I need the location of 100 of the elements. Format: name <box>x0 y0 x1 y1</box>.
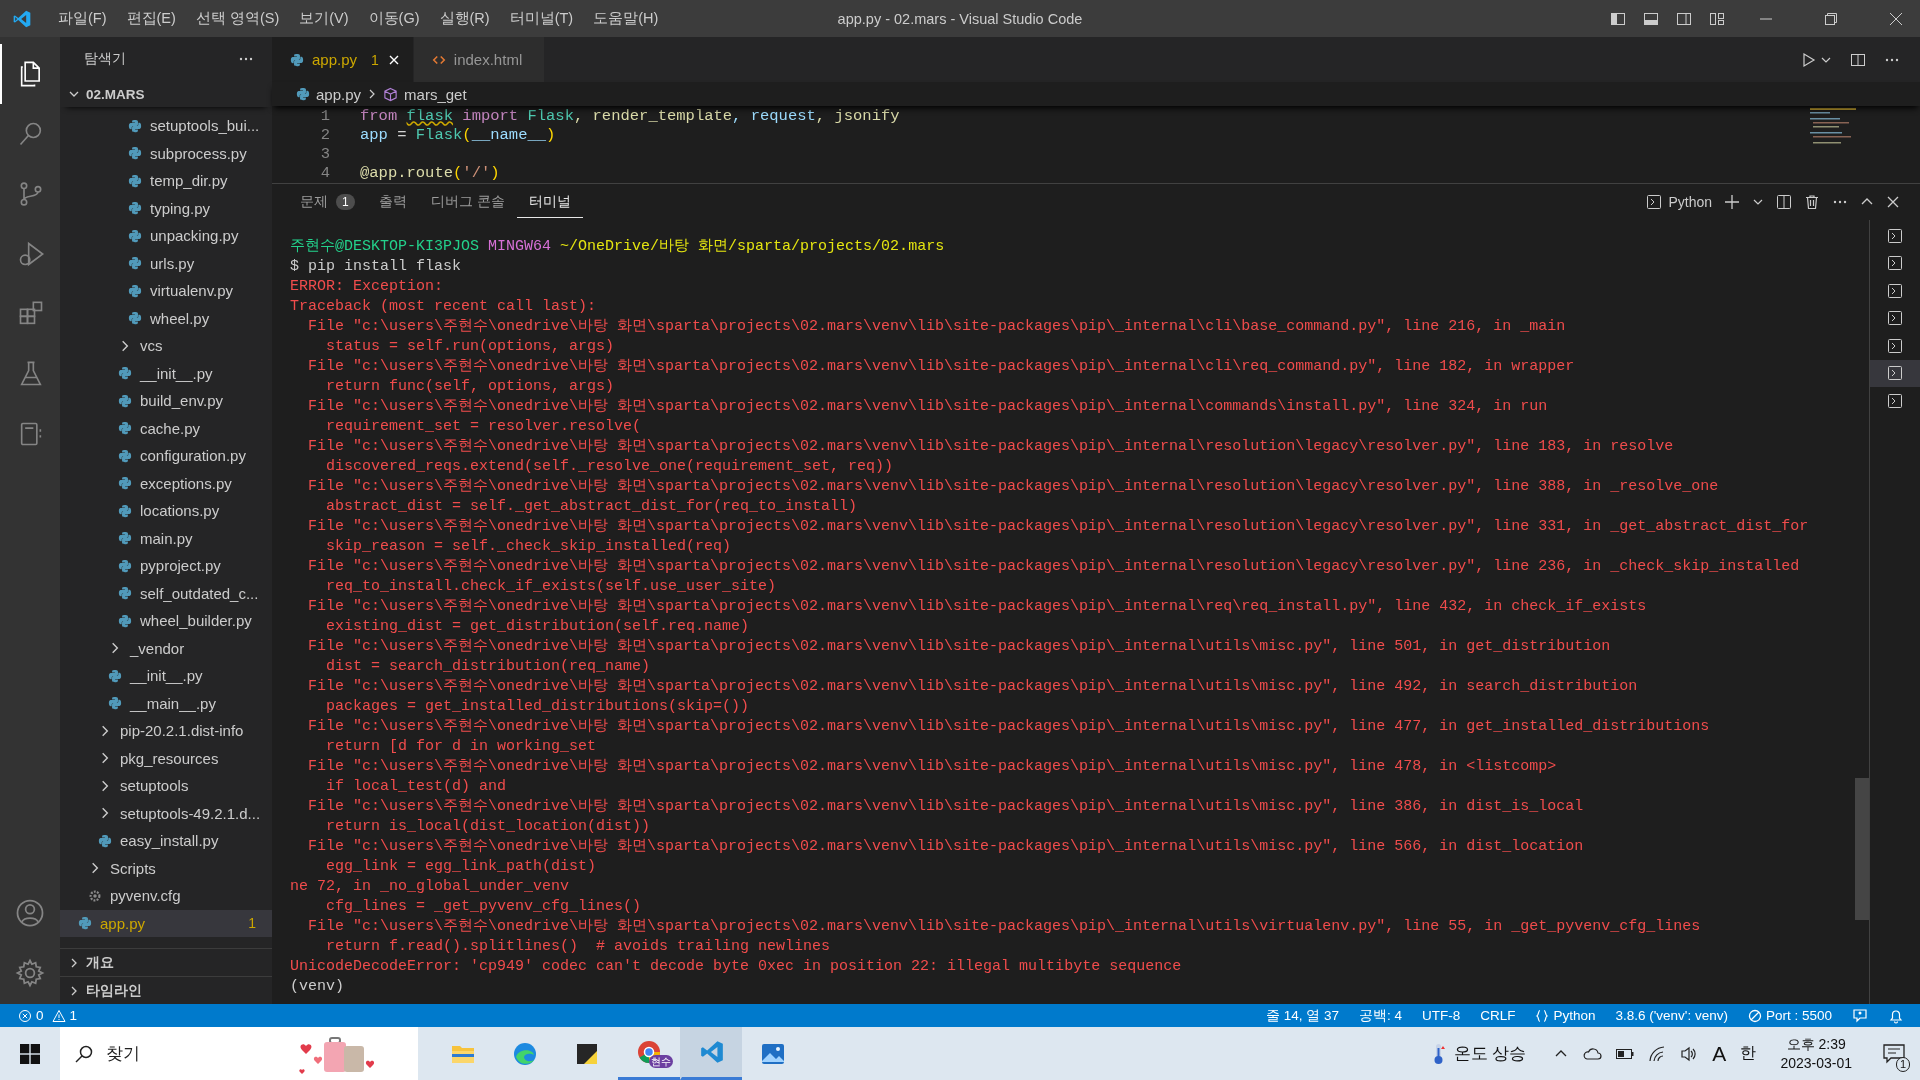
trash-icon[interactable] <box>1804 194 1820 210</box>
window-title: app.py - 02.mars - Visual Studio Code <box>837 10 1083 27</box>
tree-item[interactable]: cache.py <box>60 414 272 442</box>
scrollbar-thumb[interactable] <box>1855 778 1869 920</box>
python-file-icon <box>296 87 310 101</box>
ime-indicator[interactable]: 한 <box>1740 1043 1757 1064</box>
close-icon[interactable] <box>1886 195 1900 209</box>
notification-button[interactable]: 1 <box>1876 1033 1912 1074</box>
python-file-icon <box>118 393 132 408</box>
restore-icon[interactable] <box>1824 11 1838 26</box>
status-item[interactable]: 공백: 4 <box>1358 1006 1402 1025</box>
status-item[interactable]: UTF-8 <box>1421 1008 1461 1023</box>
cloud-icon[interactable] <box>1582 1046 1603 1061</box>
tree-item[interactable]: typing.py <box>60 194 272 222</box>
terminal-icon[interactable] <box>1870 359 1920 387</box>
panel-tab[interactable]: 출력 <box>366 186 419 218</box>
tree-item[interactable]: main.py <box>60 524 272 552</box>
python-file-icon <box>118 531 132 546</box>
tree-item[interactable]: setuptools_bui... <box>60 112 272 140</box>
terminal-line: File "c:\users\주현수\onedrive\바탕 화면\sparta\projects\02.mars\venv\lib\site-packages\pip\_internal\cli\base_command.py", line 216, in _main <box>307 317 1567 337</box>
tree-item[interactable]: Scripts <box>60 854 272 882</box>
status-item[interactable]: CRLF <box>1480 1008 1516 1023</box>
terminal-line: File "c:\users\주현수\onedrive\바탕 화면\sparta\projects\02.mars\venv\lib\site-packages\pip\_internal\resolution\legacy\resolver.py", line 183, in resolve <box>307 437 1675 457</box>
tree-item[interactable]: unpacking.py <box>60 222 272 250</box>
terminal-line: abstract_dist = self._get_abstract_dist_for(req_to_install) <box>325 497 859 517</box>
terminal-line: File "c:\users\주현수\onedrive\바탕 화면\sparta\projects\02.mars\venv\lib\site-packages\pip\_internal\resolution\legacy\resolver.py", line 388, in _resolve_one <box>307 477 1720 497</box>
tree-item[interactable]: build_env.py <box>60 387 272 415</box>
tree-item[interactable]: pkg_resources <box>60 744 272 772</box>
split-editor-icon[interactable] <box>1850 51 1866 68</box>
breadcrumb-item[interactable]: mars_get <box>404 85 467 103</box>
tree-item[interactable]: __main__.py <box>60 689 272 717</box>
live-server-status[interactable]: Port : 5500 <box>1747 1008 1832 1023</box>
tree-item[interactable]: pyvenv.cfg <box>60 882 272 910</box>
plus-icon[interactable] <box>1724 194 1740 210</box>
tree-item[interactable]: vcs <box>60 332 272 360</box>
speaker-icon[interactable] <box>1680 1045 1699 1062</box>
explorer-title: 탐색기 <box>84 50 126 68</box>
tree-item[interactable]: urls.py <box>60 249 272 277</box>
toggle-panel-icon[interactable] <box>1643 10 1659 27</box>
menu-item[interactable]: 실행(R) <box>429 9 500 28</box>
tree-item[interactable]: app.py 1 <box>60 909 272 937</box>
panel-tab[interactable]: 디버그 콘솔 <box>418 186 517 218</box>
menu-item[interactable]: 파일(F) <box>48 9 117 28</box>
language-status[interactable]: Python <box>1535 1008 1596 1023</box>
python-file-icon <box>128 118 142 133</box>
tree-item[interactable]: self_outdated_c... <box>60 579 272 607</box>
account-icon[interactable] <box>15 898 45 928</box>
editor-tab[interactable]: app.py 1 <box>272 37 414 82</box>
toggle-sidebar-icon[interactable] <box>1610 10 1626 27</box>
menu-item[interactable]: 도움말(H) <box>583 9 669 28</box>
block-icon <box>1747 1008 1762 1023</box>
tree-item[interactable]: __init__.py <box>60 359 272 387</box>
tree-item[interactable]: configuration.py <box>60 442 272 470</box>
tree-item[interactable]: setuptools-49.2.1.d... <box>60 799 272 827</box>
tree-item[interactable]: wheel.py <box>60 304 272 332</box>
tree-item[interactable]: pyproject.py <box>60 552 272 580</box>
clock[interactable]: 오후 2:39 2023-03-01 <box>1780 1034 1852 1073</box>
feedback-icon[interactable] <box>1852 1007 1868 1024</box>
tree-item[interactable]: wheel_builder.py <box>60 607 272 635</box>
section-header[interactable]: 개요 <box>60 948 272 976</box>
menu-item[interactable]: 편집(E) <box>116 9 186 28</box>
status-item[interactable]: 줄 14, 열 37 <box>1265 1006 1339 1025</box>
terminal-line: File "c:\users\주현수\onedrive\바탕 화면\sparta\projects\02.mars\venv\lib\site-packages\pip\_internal\req\req_install.py", line 432, in check_if_exists <box>307 597 1648 617</box>
tree-item[interactable]: setuptools <box>60 772 272 800</box>
tree-item[interactable]: pip-20.2.1.dist-info <box>60 717 272 745</box>
python-file-icon <box>128 311 142 326</box>
split-terminal-icon[interactable] <box>1776 194 1792 210</box>
terminal-profile-button[interactable]: Python <box>1646 194 1712 210</box>
menu-item[interactable]: 이동(G) <box>358 9 430 28</box>
tree-item[interactable]: __init__.py <box>60 662 272 690</box>
breadcrumb-item[interactable]: app.py <box>316 85 362 103</box>
menu-item[interactable]: 보기(V) <box>289 9 359 28</box>
layout-icon[interactable] <box>1709 10 1725 27</box>
tree-item[interactable]: virtualenv.py <box>60 277 272 305</box>
bell-icon[interactable] <box>1888 1007 1904 1024</box>
split-layout-icon[interactable] <box>1676 10 1692 27</box>
menu-item[interactable]: 터미널(T) <box>499 9 584 28</box>
input-mode-indicator[interactable]: A <box>1712 1041 1727 1066</box>
terminal-line: File "c:\users\주현수\onedrive\바탕 화면\sparta\projects\02.mars\venv\lib\site-packages\pip\_internal\cli\req_command.py", line 182, in wrapper <box>307 357 1576 377</box>
windows-logo-icon[interactable] <box>20 1043 40 1064</box>
braces-icon <box>1535 1008 1550 1023</box>
tree-item[interactable]: easy_install.py <box>60 827 272 855</box>
run-icon[interactable] <box>1800 51 1816 68</box>
close-icon[interactable] <box>1889 11 1903 26</box>
status-item[interactable]: 3.8.6 ('venv': venv) <box>1615 1008 1728 1023</box>
panel-tab[interactable]: 문제 1 <box>288 186 367 218</box>
tree-item[interactable]: locations.py <box>60 497 272 525</box>
tree-item[interactable]: subprocess.py <box>60 139 272 167</box>
weather-widget[interactable]: 온도 상승 <box>1431 1041 1527 1066</box>
menu-item[interactable]: 선택 영역(S) <box>185 9 290 28</box>
panel-tab[interactable]: 터미널 <box>516 186 583 218</box>
python-file-icon <box>128 201 142 216</box>
wifi-icon[interactable] <box>1648 1045 1667 1062</box>
tree-item[interactable]: exceptions.py <box>60 469 272 497</box>
editor-tab[interactable]: index.html <box>413 37 545 82</box>
folder-header[interactable]: 02.MARS <box>60 81 272 107</box>
settings-icon[interactable] <box>15 958 45 988</box>
tree-item[interactable]: temp_dir.py <box>60 167 272 195</box>
tree-item[interactable]: _vendor <box>60 634 272 662</box>
battery-icon[interactable] <box>1616 1047 1635 1060</box>
